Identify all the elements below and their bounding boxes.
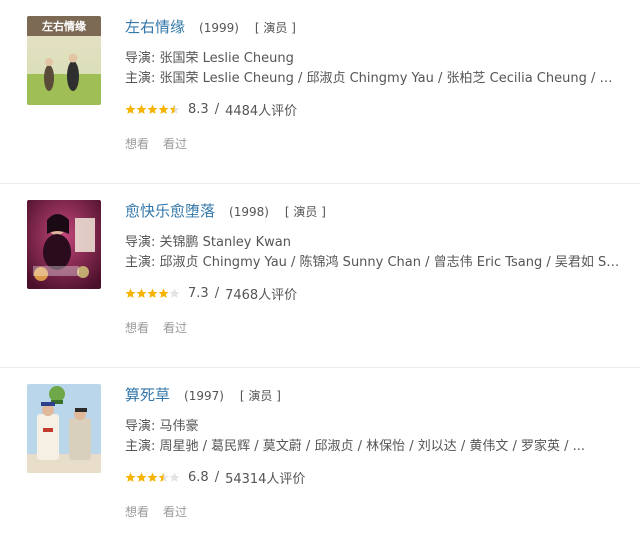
movie-item: 愈快乐愈堕落 (1998) [ 演员 ] 导演: 关锦鹏 Stanley Kwa… xyxy=(0,184,640,368)
star-icon xyxy=(125,104,136,114)
rating-votes: 7468人评价 xyxy=(225,287,298,303)
cast-line: 主演: 张国荣 Leslie Cheung / 邱淑贞 Chingmy Yau … xyxy=(125,71,625,86)
star-icon xyxy=(147,104,158,114)
rating-stars xyxy=(125,472,180,483)
star-icon xyxy=(136,104,147,114)
movie-poster[interactable] xyxy=(27,200,101,289)
rating-score: 8.3 xyxy=(188,101,209,117)
cast-line: 主演: 邱淑贞 Chingmy Yau / 陈锦鸿 Sunny Chan / 曾… xyxy=(125,255,625,270)
want-to-watch-button[interactable]: 想看 xyxy=(125,319,149,336)
star-icon xyxy=(136,288,147,298)
rating-score: 6.8 xyxy=(188,469,209,485)
movie-title-link[interactable]: 算死草 xyxy=(125,384,170,405)
watched-button[interactable]: 看过 xyxy=(163,135,187,152)
watched-button[interactable]: 看过 xyxy=(163,503,187,520)
star-icon xyxy=(147,288,158,298)
poster-image xyxy=(27,200,101,289)
movie-year: (1997) xyxy=(184,389,224,403)
rating-separator: / xyxy=(214,469,220,485)
rating-stars xyxy=(125,104,180,115)
director-line: 导演: 关锦鹏 Stanley Kwan xyxy=(125,235,291,250)
movie-poster[interactable]: 左右情缘 xyxy=(27,16,101,105)
movie-year: (1999) xyxy=(199,21,239,35)
star-icon xyxy=(158,472,169,482)
role-badge: [ 演员 ] xyxy=(284,205,326,219)
rating-score: 7.3 xyxy=(188,285,209,301)
role-badge: [ 演员 ] xyxy=(254,21,296,35)
director-line: 导演: 马伟豪 xyxy=(125,419,199,434)
rating-stars xyxy=(125,288,180,299)
movie-title-link[interactable]: 愈快乐愈堕落 xyxy=(125,200,215,221)
movie-list: 左右情缘 左右情缘 (1999) [ 演员 ] 导演: 张国荣 Leslie C… xyxy=(0,0,640,552)
rating-separator: / xyxy=(214,285,220,301)
star-icon xyxy=(147,472,158,482)
poster-image xyxy=(27,384,101,473)
want-to-watch-button[interactable]: 想看 xyxy=(125,503,149,520)
star-icon xyxy=(136,472,147,482)
movie-year: (1998) xyxy=(229,205,269,219)
rating-votes: 4484人评价 xyxy=(225,103,298,119)
director-line: 导演: 张国荣 Leslie Cheung xyxy=(125,51,294,66)
watched-button[interactable]: 看过 xyxy=(163,319,187,336)
star-icon xyxy=(169,104,180,114)
cast-line: 主演: 周星驰 / 葛民辉 / 莫文蔚 / 邱淑贞 / 林保怡 / 刘以达 / … xyxy=(125,439,586,454)
star-icon xyxy=(158,104,169,114)
role-badge: [ 演员 ] xyxy=(239,389,281,403)
star-icon xyxy=(158,288,169,298)
star-icon xyxy=(169,288,180,298)
movie-title-link[interactable]: 左右情缘 xyxy=(125,16,185,37)
poster-title-text: 左右情缘 xyxy=(41,19,86,33)
star-icon xyxy=(125,472,136,482)
rating-separator: / xyxy=(214,101,220,117)
want-to-watch-button[interactable]: 想看 xyxy=(125,135,149,152)
star-icon xyxy=(125,288,136,298)
rating-votes: 54314人评价 xyxy=(225,471,306,487)
movie-item: 算死草 (1997) [ 演员 ] 导演: 马伟豪 主演: 周星驰 / 葛民辉 … xyxy=(0,368,640,552)
poster-image: 左右情缘 xyxy=(27,16,101,105)
movie-item: 左右情缘 左右情缘 (1999) [ 演员 ] 导演: 张国荣 Leslie C… xyxy=(0,0,640,184)
movie-poster[interactable] xyxy=(27,384,101,473)
star-icon xyxy=(169,472,180,482)
